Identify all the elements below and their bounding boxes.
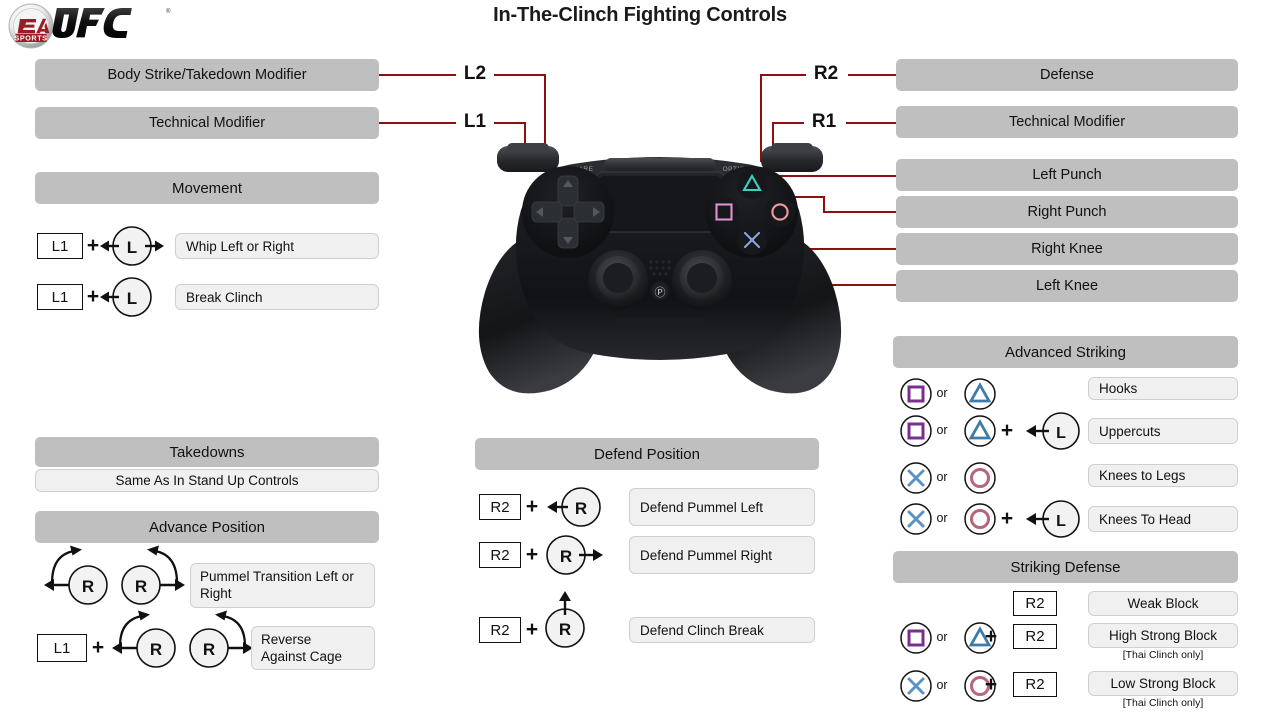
section-header-takedowns: Takedowns (35, 437, 379, 467)
key-r2-striking-defense-2: R2 (1013, 624, 1057, 649)
label-right-punch: Right Punch (896, 196, 1238, 228)
svg-text:SPORTS: SPORTS (14, 33, 47, 42)
or-label-advanced-striking-2: or (936, 423, 948, 437)
key-r2-defend-2: R2 (479, 542, 521, 568)
stick-left-advanced-striking-2: L (1013, 410, 1085, 452)
svg-text:L: L (1056, 513, 1066, 530)
section-header-movement: Movement (35, 172, 379, 204)
connector-l2-a (379, 74, 456, 76)
result-defend-clinch-break: Defend Clinch Break (629, 617, 815, 643)
or-label-striking-defense-2: or (936, 630, 948, 644)
result-knees-to-head: Knees To Head (1088, 506, 1238, 532)
svg-text:R: R (559, 620, 571, 639)
svg-text:®: ® (166, 8, 171, 15)
svg-text:R: R (150, 640, 162, 659)
connector-r2-b (760, 74, 806, 76)
result-hooks: Hooks (1088, 377, 1238, 400)
note-high-strong-block: [Thai Clinch only] (1122, 649, 1204, 661)
key-r2-defend-1: R2 (479, 494, 521, 520)
label-technical-modifier-left: Technical Modifier (35, 107, 379, 139)
plus-striking-defense-3: + (984, 673, 998, 696)
plus-striking-defense-2: + (984, 625, 998, 648)
svg-text:L: L (1056, 425, 1066, 442)
key-l1-advance-position: L1 (37, 634, 87, 662)
or-label-advanced-striking-3: or (936, 470, 948, 484)
connector-r1-c (846, 122, 896, 124)
or-label-striking-defense-3: or (936, 678, 948, 692)
pad-label-l2: L2 (463, 63, 487, 84)
result-break-clinch: Break Clinch (175, 284, 379, 310)
section-header-defend-position: Defend Position (475, 438, 819, 470)
label-technical-modifier-right: Technical Modifier (896, 106, 1238, 138)
label-left-knee: Left Knee (896, 270, 1238, 302)
connector-l1-a (379, 122, 456, 124)
svg-text:Ⓟ: Ⓟ (655, 286, 666, 299)
connector-r1-b (772, 122, 804, 124)
connector-l1-b (494, 122, 526, 124)
dualshock-4-controller: SHARE OPTIONS (455, 140, 865, 415)
section-header-striking-defense: Striking Defense (893, 551, 1238, 583)
pad-label-r1: R1 (811, 111, 837, 132)
connector-r2-c (848, 74, 896, 76)
key-l1-movement-2: L1 (37, 284, 83, 310)
svg-text:L: L (127, 238, 137, 257)
section-header-advance-position: Advance Position (35, 511, 379, 543)
svg-text:R: R (203, 640, 215, 659)
section-header-advanced-striking: Advanced Striking (893, 336, 1238, 368)
stick-right-defend-1: R (537, 484, 617, 530)
result-weak-block: Weak Block (1088, 591, 1238, 616)
result-defend-pummel-right: Defend Pummel Right (629, 536, 815, 574)
connector-l2-b (494, 74, 546, 76)
or-label-advanced-striking-1: or (936, 386, 948, 400)
result-whip-left-or-right: Whip Left or Right (175, 233, 379, 259)
note-low-strong-block: [Thai Clinch only] (1122, 697, 1204, 709)
key-r2-striking-defense-1: R2 (1013, 591, 1057, 616)
label-left-punch: Left Punch (896, 159, 1238, 191)
svg-text:R: R (575, 499, 587, 518)
result-reverse-against-cage-line2: Against Cage (261, 648, 343, 664)
stick-left-movement-1: L (99, 223, 179, 269)
result-defend-pummel-left: Defend Pummel Left (629, 488, 815, 526)
key-r2-defend-3: R2 (479, 617, 521, 643)
result-uppercuts: Uppercuts (1088, 418, 1238, 444)
key-r2-striking-defense-3: R2 (1013, 672, 1057, 697)
stick-left-advanced-striking-4: L (1013, 498, 1085, 540)
page-title: In-The-Clinch Fighting Controls (493, 4, 787, 26)
pad-label-r2: R2 (813, 63, 839, 84)
svg-text:R: R (560, 547, 572, 566)
result-knees-to-legs: Knees to Legs (1088, 464, 1238, 487)
or-label-advanced-striking-4: or (936, 511, 948, 525)
result-low-strong-block: Low Strong Block (1088, 671, 1238, 696)
key-l1-movement-1: L1 (37, 233, 83, 259)
stick-right-defend-2: R (537, 532, 622, 578)
svg-text:R: R (82, 577, 94, 596)
label-body-strike-takedown-modifier: Body Strike/Takedown Modifier (35, 59, 379, 91)
label-right-knee: Right Knee (896, 233, 1238, 265)
pad-label-l1: L1 (463, 111, 487, 132)
stick-right-defend-3: R (537, 585, 607, 648)
svg-text:R: R (135, 577, 147, 596)
result-reverse-against-cage-line1: Reverse (261, 632, 312, 647)
result-high-strong-block: High Strong Block (1088, 623, 1238, 648)
stick-left-movement-2: L (99, 274, 179, 320)
svg-text:L: L (127, 289, 137, 308)
result-reverse-against-cage: Reverse Against Cage (251, 626, 375, 670)
ea-sports-ufc-logo: SPORTS ® (6, 2, 186, 50)
result-takedowns-same-as-stand-up: Same As In Stand Up Controls (35, 469, 379, 492)
label-defense: Defense (896, 59, 1238, 91)
result-pummel-transition: Pummel Transition Left or Right (190, 563, 375, 608)
